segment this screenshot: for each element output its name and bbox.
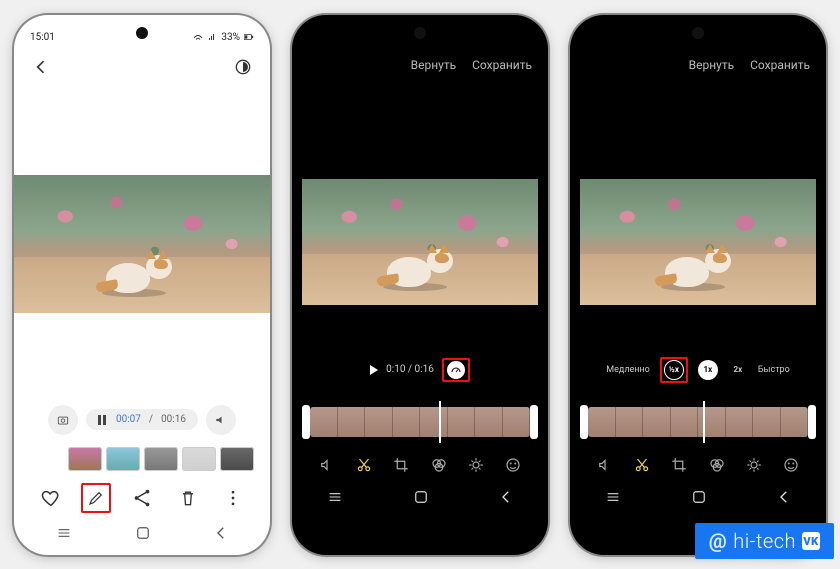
crop-tool[interactable] [391, 455, 411, 475]
editor-preview[interactable] [570, 147, 826, 337]
system-navbar [292, 481, 548, 513]
fast-label: Быстро [758, 365, 790, 375]
camera-punch-hole [414, 27, 426, 39]
speed-2x-button[interactable]: 2x [728, 360, 748, 380]
editor-toolbar [570, 439, 826, 481]
slow-label: Медленно [606, 365, 650, 375]
vk-icon: VK [802, 532, 820, 550]
delete-button[interactable] [173, 483, 203, 513]
status-time: 15:01 [30, 32, 55, 43]
camera-punch-hole [136, 27, 148, 39]
phone-editor-speed-select: Вернуть Сохранить Медленно ½x 1x 2x Быст… [570, 15, 826, 555]
play-button[interactable] [370, 365, 378, 375]
video-frame [14, 175, 270, 313]
save-button[interactable]: Сохранить [472, 58, 532, 72]
share-button[interactable] [127, 483, 157, 513]
trim-tool[interactable] [354, 455, 374, 475]
adjust-tool[interactable] [466, 455, 486, 475]
auto-enhance-button[interactable] [232, 56, 254, 78]
back-button[interactable] [30, 56, 52, 78]
video-preview[interactable] [14, 89, 270, 399]
pencil-icon [87, 487, 105, 509]
audio-tool[interactable] [595, 455, 615, 475]
capture-frame-button[interactable] [48, 405, 78, 435]
favorite-button[interactable] [36, 483, 66, 513]
watermark: @ hi-tech VK [695, 523, 834, 559]
adjust-tool[interactable] [744, 455, 764, 475]
thumb[interactable] [68, 447, 102, 471]
trim-timeline[interactable] [580, 405, 816, 439]
home-button[interactable] [412, 488, 430, 506]
system-navbar [24, 517, 260, 549]
system-navbar [570, 481, 826, 513]
camera-punch-hole [692, 27, 704, 39]
battery-icon [244, 32, 254, 42]
speedometer-icon [450, 364, 462, 376]
editor-preview[interactable] [292, 147, 548, 337]
video-frame [302, 179, 538, 305]
more-button[interactable] [218, 483, 248, 513]
revert-button[interactable]: Вернуть [689, 58, 734, 72]
gallery-topbar [14, 45, 270, 89]
wifi-icon [193, 32, 203, 42]
speed-half-highlight: ½x [660, 357, 688, 383]
audio-tool[interactable] [317, 455, 337, 475]
recents-button[interactable] [325, 489, 345, 505]
watermark-at: @ [709, 529, 727, 553]
editor-topbar: Вернуть Сохранить [570, 43, 826, 87]
editor-toolbar [292, 439, 548, 481]
phone-gallery: 15:01 33% [14, 15, 270, 555]
thumbnail-strip[interactable] [24, 443, 260, 475]
battery-text: 33% [221, 32, 240, 43]
sys-back-button[interactable] [497, 488, 515, 506]
mute-button[interactable] [206, 405, 236, 435]
signal-icon [207, 32, 217, 42]
time-total: 00:16 [161, 414, 186, 425]
thumb[interactable] [144, 447, 178, 471]
filter-tool[interactable] [429, 455, 449, 475]
sticker-tool[interactable] [781, 455, 801, 475]
gallery-actions [24, 475, 260, 517]
home-button[interactable] [690, 488, 708, 506]
sys-back-button[interactable] [212, 524, 230, 542]
save-button[interactable]: Сохранить [750, 58, 810, 72]
phone-editor-speed-icon: Вернуть Сохранить 0:10 / 0:16 [292, 15, 548, 555]
trim-tool[interactable] [632, 455, 652, 475]
playhead[interactable] [439, 401, 441, 443]
time-total: 0:16 [415, 364, 434, 375]
watermark-brand: hi-tech [733, 529, 796, 553]
edit-button[interactable] [81, 483, 111, 513]
home-button[interactable] [134, 524, 152, 542]
crop-tool[interactable] [669, 455, 689, 475]
speed-button[interactable] [442, 358, 470, 382]
filter-tool[interactable] [707, 455, 727, 475]
thumb[interactable] [106, 447, 140, 471]
trim-end-handle[interactable] [530, 405, 538, 439]
sys-back-button[interactable] [775, 488, 793, 506]
speed-1x-button[interactable]: 1x [698, 360, 718, 380]
thumb[interactable] [220, 447, 254, 471]
speed-half-button[interactable]: ½x [664, 360, 684, 380]
pause-icon [98, 415, 108, 425]
play-pill[interactable]: 00:07 / 00:16 [86, 409, 198, 430]
recents-button[interactable] [54, 525, 74, 541]
video-frame [580, 179, 816, 305]
recents-button[interactable] [603, 489, 623, 505]
trim-end-handle[interactable] [808, 405, 816, 439]
trim-timeline[interactable] [302, 405, 538, 439]
revert-button[interactable]: Вернуть [411, 58, 456, 72]
trim-start-handle[interactable] [302, 405, 310, 439]
editor-playback: 0:10 / 0:16 [292, 355, 548, 385]
sticker-tool[interactable] [503, 455, 523, 475]
playhead[interactable] [703, 401, 705, 443]
time-current: 00:07 [116, 414, 141, 425]
thumb[interactable] [182, 447, 216, 471]
editor-topbar: Вернуть Сохранить [292, 43, 548, 87]
time-current: 0:10 [386, 364, 405, 375]
playback-controls: 00:07 / 00:16 [24, 405, 260, 435]
trim-start-handle[interactable] [580, 405, 588, 439]
speed-selector: Медленно ½x 1x 2x Быстро [570, 355, 826, 385]
time-sep: / [149, 414, 153, 425]
